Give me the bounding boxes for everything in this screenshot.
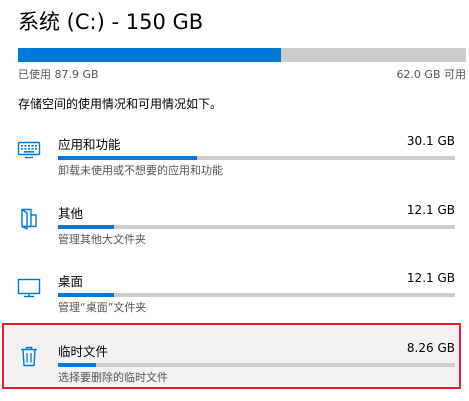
category-description: 选择要删除的临时文件 bbox=[58, 371, 168, 384]
category-apps-features[interactable]: 应用和功能 30.1 GB 卸载未使用或不想要的应用和功能 bbox=[0, 134, 469, 194]
category-usage-bar-fill bbox=[58, 225, 114, 229]
storage-intro-text: 存储空间的使用情况和可用情况如下。 bbox=[18, 97, 223, 111]
category-temp-files[interactable]: 临时文件 8.26 GB 选择要删除的临时文件 bbox=[0, 341, 469, 401]
keyboard-icon bbox=[16, 136, 42, 162]
category-desktop[interactable]: 桌面 12.1 GB 管理“桌面”文件夹 bbox=[0, 271, 469, 331]
page-title: 系统 (C:) - 150 GB bbox=[18, 10, 204, 34]
category-size: 30.1 GB bbox=[406, 134, 455, 148]
category-usage-bar bbox=[58, 363, 455, 367]
category-usage-bar bbox=[58, 156, 455, 160]
category-other[interactable]: 其他 12.1 GB 管理其他大文件夹 bbox=[0, 203, 469, 263]
category-size: 12.1 GB bbox=[406, 271, 455, 285]
category-usage-bar-fill bbox=[58, 156, 197, 160]
folder-icon bbox=[16, 205, 42, 231]
trash-icon bbox=[16, 343, 42, 369]
category-usage-bar bbox=[58, 293, 455, 297]
category-name: 其他 bbox=[58, 206, 84, 221]
category-usage-bar-fill bbox=[58, 293, 114, 297]
category-name: 应用和功能 bbox=[58, 137, 121, 152]
category-usage-bar bbox=[58, 225, 455, 229]
category-size: 8.26 GB bbox=[406, 341, 455, 355]
category-description: 管理“桌面”文件夹 bbox=[58, 301, 147, 314]
free-space-label: 62.0 GB 可用 bbox=[396, 68, 466, 81]
category-description: 卸载未使用或不想要的应用和功能 bbox=[58, 164, 223, 177]
drive-usage-bar bbox=[18, 48, 466, 62]
category-size: 12.1 GB bbox=[406, 203, 455, 217]
monitor-icon bbox=[16, 275, 42, 301]
used-space-label: 已使用 87.9 GB bbox=[18, 68, 99, 81]
category-name: 临时文件 bbox=[58, 344, 109, 359]
drive-usage-bar-fill bbox=[18, 48, 281, 62]
category-name: 桌面 bbox=[58, 274, 84, 289]
category-usage-bar-fill bbox=[58, 363, 96, 367]
category-description: 管理其他大文件夹 bbox=[58, 233, 146, 246]
